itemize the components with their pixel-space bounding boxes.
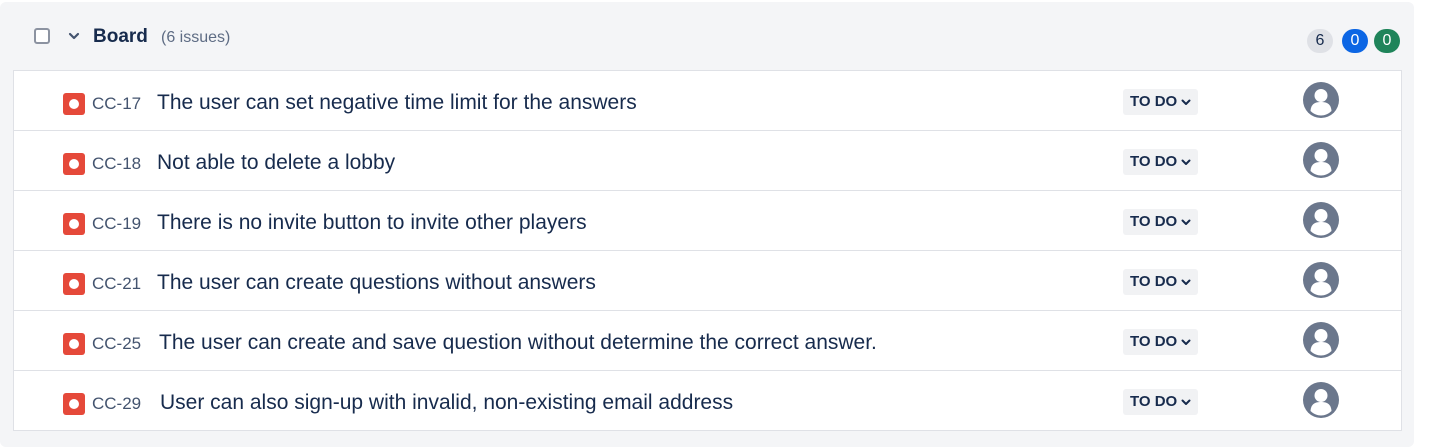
issue-key[interactable]: CC-25 (92, 334, 141, 354)
status-dropdown[interactable]: TO DO (1123, 209, 1199, 235)
avatar-icon[interactable] (1303, 82, 1339, 118)
status-dropdown[interactable]: TO DO (1123, 389, 1199, 415)
status-dropdown[interactable]: TO DO (1123, 149, 1199, 175)
issue-row[interactable]: CC-21 The user can create questions with… (14, 251, 1401, 311)
issue-row[interactable]: CC-19 There is no invite button to invit… (14, 191, 1401, 251)
issue-summary[interactable]: User can also sign-up with invalid, non-… (160, 391, 733, 415)
status-dropdown[interactable]: TO DO (1123, 269, 1199, 295)
avatar-icon[interactable] (1303, 382, 1339, 418)
chevron-down-icon (1181, 159, 1191, 165)
in-progress-count-badge: 0 (1342, 29, 1368, 53)
bug-icon (63, 393, 85, 415)
issue-list: CC-17 The user can set negative time lim… (13, 70, 1402, 431)
status-label: TO DO (1130, 153, 1178, 170)
status-dropdown[interactable]: TO DO (1123, 329, 1199, 355)
status-label: TO DO (1130, 213, 1178, 230)
bug-icon (63, 333, 85, 355)
avatar-icon[interactable] (1303, 262, 1339, 298)
issue-key[interactable]: CC-21 (92, 274, 141, 294)
status-label: TO DO (1130, 93, 1178, 110)
issue-row[interactable]: CC-29 User can also sign-up with invalid… (14, 371, 1401, 431)
issue-row[interactable]: CC-25 The user can create and save quest… (14, 311, 1401, 371)
bug-icon (63, 213, 85, 235)
issue-count: (6 issues) (161, 29, 231, 46)
bug-icon (63, 93, 85, 115)
chevron-down-icon (1181, 219, 1191, 225)
board-panel: Board (6 issues) 6 0 0 CC-17 The user ca… (0, 2, 1414, 447)
status-dropdown[interactable]: TO DO (1123, 89, 1199, 115)
issue-summary[interactable]: The user can create and save question wi… (159, 331, 877, 355)
select-all-checkbox[interactable] (34, 28, 50, 44)
status-label: TO DO (1130, 393, 1178, 410)
issue-key[interactable]: CC-19 (92, 214, 141, 234)
chevron-down-icon (1181, 339, 1191, 345)
board-header: Board (6 issues) 6 0 0 (0, 2, 1414, 70)
issue-summary[interactable]: The user can set negative time limit for… (157, 91, 637, 115)
todo-count-badge: 6 (1307, 29, 1333, 53)
issue-summary[interactable]: The user can create questions without an… (157, 271, 596, 295)
avatar-icon[interactable] (1303, 142, 1339, 178)
issue-summary[interactable]: There is no invite button to invite othe… (157, 211, 587, 235)
avatar-icon[interactable] (1303, 322, 1339, 358)
done-count-badge: 0 (1374, 29, 1400, 53)
issue-key[interactable]: CC-18 (92, 154, 141, 174)
chevron-down-icon[interactable] (66, 28, 82, 44)
issue-key[interactable]: CC-17 (92, 94, 141, 114)
avatar-icon[interactable] (1303, 202, 1339, 238)
status-label: TO DO (1130, 333, 1178, 350)
bug-icon (63, 273, 85, 295)
chevron-down-icon (1181, 279, 1191, 285)
status-label: TO DO (1130, 273, 1178, 290)
bug-icon (63, 153, 85, 175)
issue-row[interactable]: CC-17 The user can set negative time lim… (14, 71, 1401, 131)
board-title[interactable]: Board (93, 26, 148, 48)
issue-key[interactable]: CC-29 (92, 394, 141, 414)
chevron-down-icon (1181, 99, 1191, 105)
issue-summary[interactable]: Not able to delete a lobby (157, 151, 395, 175)
chevron-down-icon (1181, 399, 1191, 405)
issue-row[interactable]: CC-18 Not able to delete a lobby TO DO (14, 131, 1401, 191)
